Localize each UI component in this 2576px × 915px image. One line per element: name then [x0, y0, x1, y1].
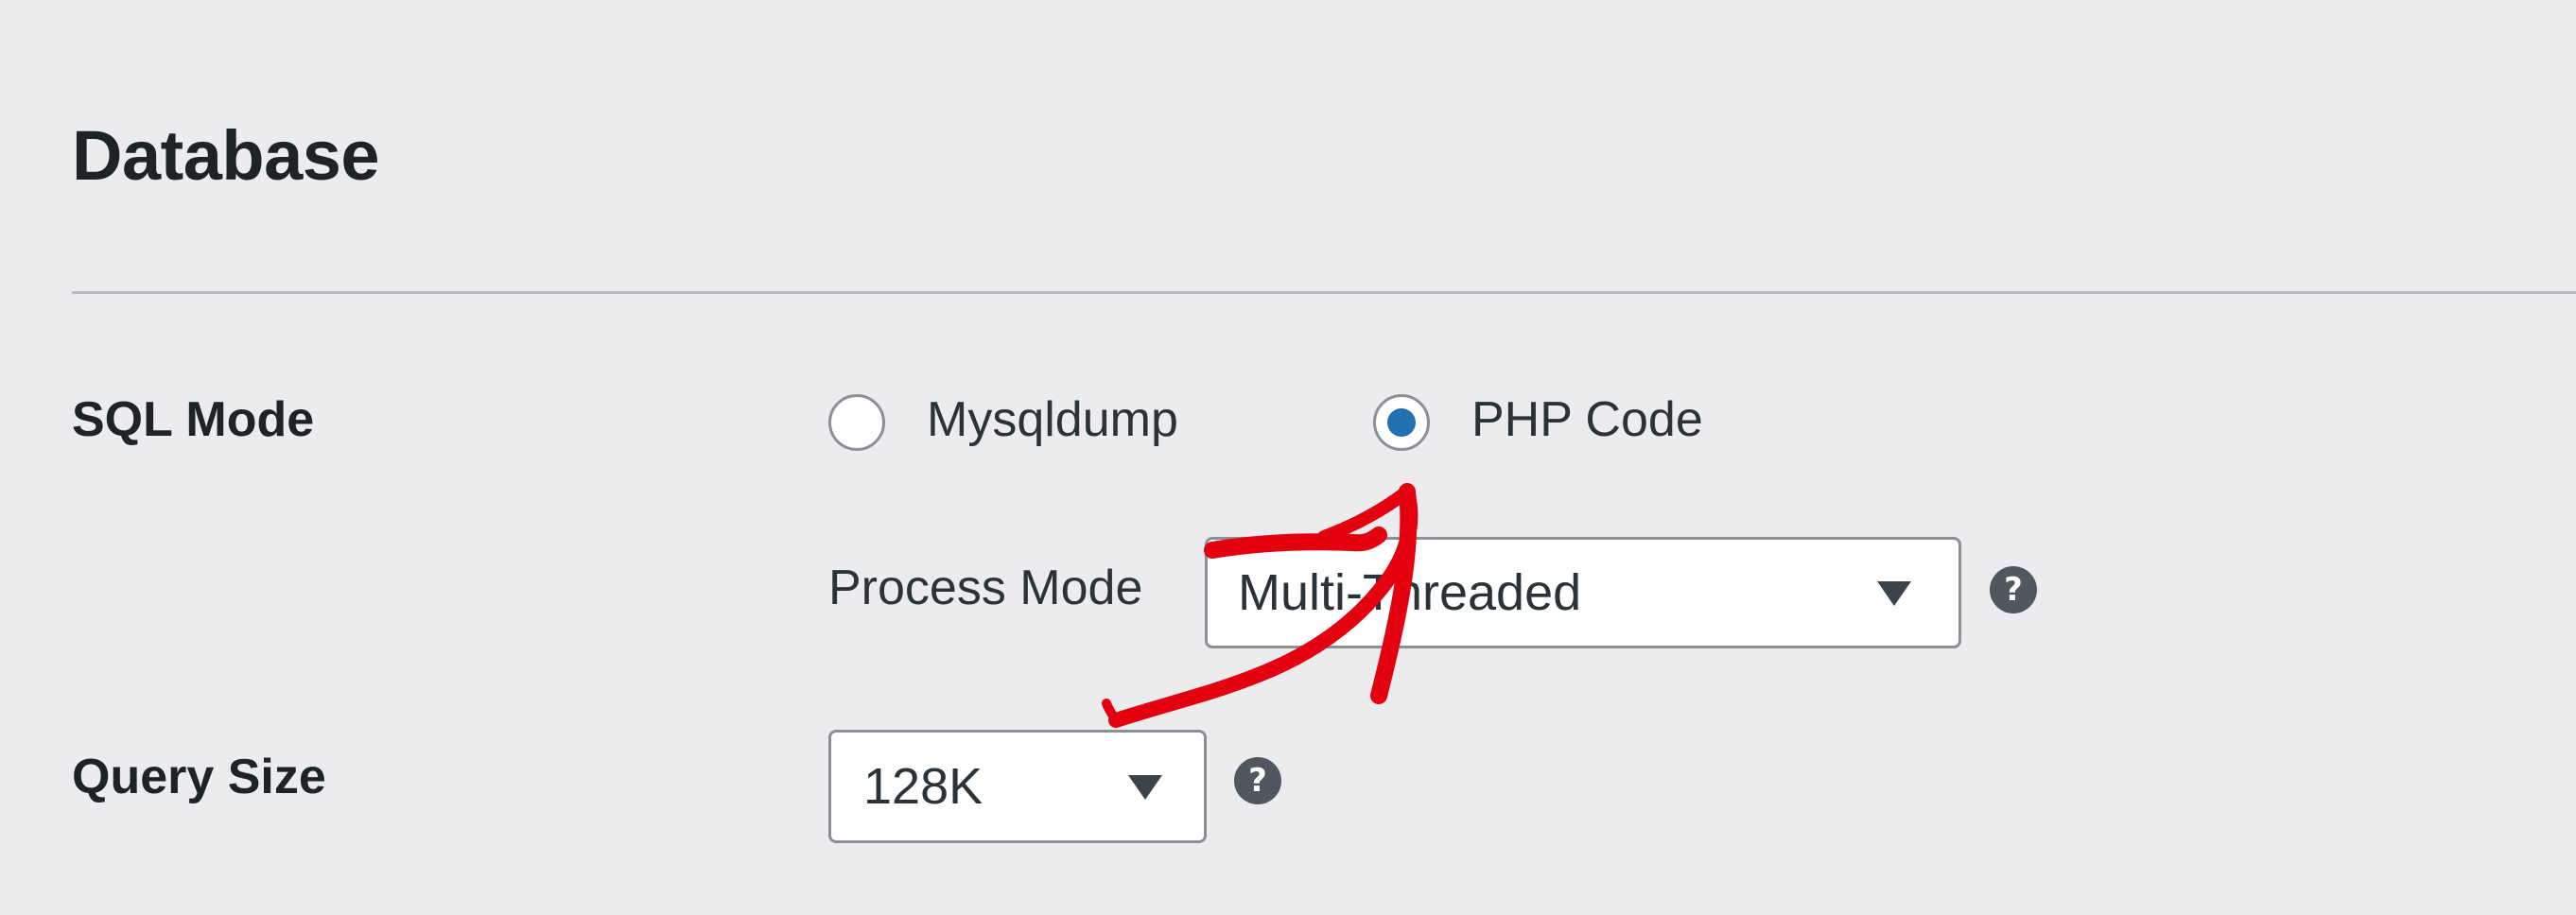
radio-mysqldump[interactable] [828, 394, 885, 451]
radio-selected-dot [1387, 408, 1416, 437]
chevron-down-icon [1128, 775, 1162, 800]
process-mode-label: Process Mode [828, 561, 1143, 615]
process-mode-select[interactable]: Multi-Threaded [1205, 537, 1961, 648]
help-icon[interactable]: ? [1990, 566, 2037, 613]
annotation-arrow [1102, 483, 1419, 728]
sql-mode-label: SQL Mode [72, 392, 315, 447]
radio-mysqldump-label[interactable]: Mysqldump [927, 395, 1178, 444]
query-size-label: Query Size [72, 750, 326, 804]
section-title: Database [72, 116, 380, 195]
radio-php-code[interactable] [1373, 394, 1430, 451]
radio-php-code-label[interactable]: PHP Code [1471, 395, 1703, 444]
query-size-select[interactable]: 128K [828, 730, 1207, 843]
help-icon[interactable]: ? [1234, 757, 1281, 804]
process-mode-value: Multi-Threaded [1238, 564, 1582, 621]
section-divider [72, 291, 2576, 294]
query-size-value: 128K [863, 758, 983, 815]
chevron-down-icon [1877, 581, 1911, 606]
